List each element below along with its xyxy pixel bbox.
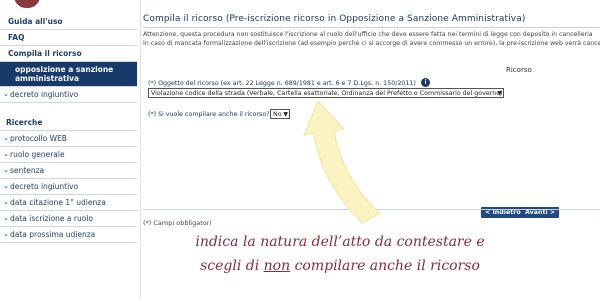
sidebar-item-ruolo-generale[interactable]: ⌄ ruolo generale [0,147,137,163]
sidebar: Guida all'uso FAQ Compila il ricorso opp… [0,14,137,243]
chevron-down-icon: ⌄ [3,150,9,158]
sidebar-item-sentenza[interactable]: ⌄ sentenza [0,163,137,179]
annotation-caption: indica la natura dell’atto da contestare… [150,230,530,278]
annotation-line-2-suffix: compilare anche il ricorso [290,258,480,274]
annotation-line-2-prefix: scegli di [200,258,264,274]
annotation-underlined-word: non [263,258,291,274]
sidebar-item-label: data citazione 1° udienza [10,198,106,207]
intro-line-2: In caso di mancata formalizzazione dell'… [143,40,600,47]
annotation-line-1: indica la natura dell’atto da contestare… [195,234,485,250]
sidebar-item-label: ruolo generale [10,150,65,159]
info-icon[interactable]: i [421,78,430,87]
compila-select[interactable]: No ▼ [270,109,290,119]
sidebar-item-decreto[interactable]: ⌄ decreto ingiuntivo [0,87,137,103]
sidebar-item-data-citazione[interactable]: ⌄ data citazione 1° udienza [0,195,137,211]
title-divider [143,27,600,28]
compila-select-value: No [273,111,282,118]
chevron-down-icon: ⌄ [3,182,9,190]
chevron-down-icon: ⌄ [3,198,9,206]
annotation-arrow-icon [303,100,381,224]
chevron-down-icon: ▼ [497,90,502,97]
logo [14,0,40,8]
chevron-down-icon: ⌄ [3,214,9,222]
chevron-down-icon: ⌄ [3,90,9,98]
sidebar-item-data-prossima[interactable]: ⌄ data prossima udienza [0,227,137,243]
sidebar-item-label: protocollo WEB [10,134,67,143]
sidebar-item-data-iscrizione[interactable]: ⌄ data iscrizione a ruolo [0,211,137,227]
sidebar-item-label: data prossima udienza [10,230,96,239]
sidebar-item-compila[interactable]: Compila il ricorso [0,46,137,62]
sidebar-item-decreto-ingiuntivo[interactable]: ⌄ decreto ingiuntivo [0,179,137,195]
intro-line-1: Attenzione, questa procedura non sostitu… [143,31,593,38]
page-title: Compila il ricorso (Pre-iscrizione ricor… [143,14,526,24]
required-fields-note: (*) Campi obbligatori [143,219,212,227]
chevron-down-icon: ⌄ [3,230,9,238]
sidebar-item-opposizione[interactable]: opposizione a sanzione amministrativa [0,62,137,87]
chevron-down-icon: ⌄ [3,134,9,142]
annotation-line-2: scegli di non compilare anche il ricorso [150,254,530,278]
sidebar-section-title: Ricerche [0,115,137,131]
sidebar-divider [140,0,141,300]
sidebar-item-label: sentenza [10,166,45,175]
compila-label: (*) Si vuole compilare anche il ricorso? [148,111,270,118]
sidebar-item-label: decreto ingiuntivo [10,90,79,99]
sidebar-item-label: data iscrizione a ruolo [10,214,93,223]
sidebar-item-guida[interactable]: Guida all'uso [0,14,137,30]
sidebar-item-label: decreto ingiuntivo [10,182,79,191]
chevron-down-icon: ⌄ [3,166,9,174]
sidebar-item-protocollo[interactable]: ⌄ protocollo WEB [0,131,137,147]
main-content: Compila il ricorso (Pre-iscrizione ricor… [143,14,600,218]
section-label: Ricorso [506,66,532,74]
oggetto-label: (*) Oggetto del ricorso (ex art. 22 Legg… [148,80,416,87]
sidebar-item-faq[interactable]: FAQ [0,30,137,46]
chevron-down-icon: ▼ [283,111,288,118]
